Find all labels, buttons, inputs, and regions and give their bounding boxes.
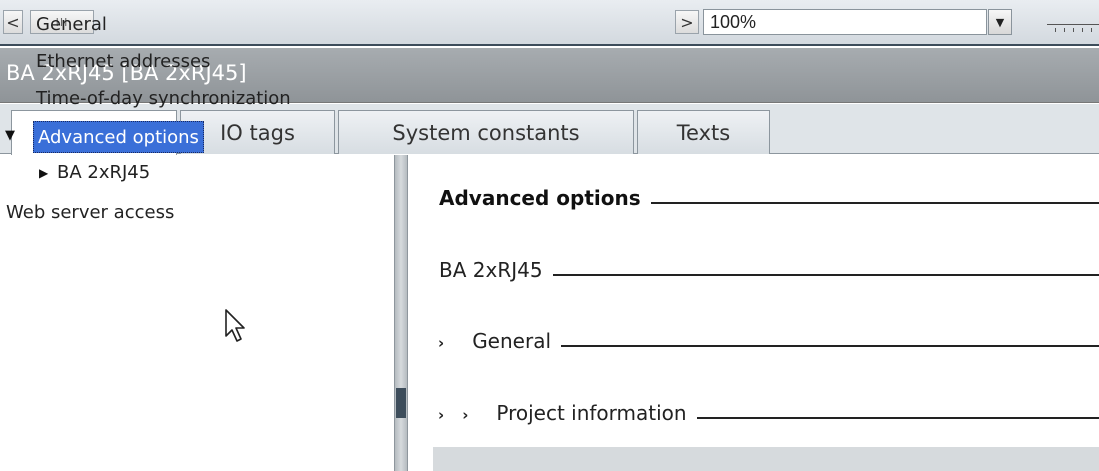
chevron-left-icon: < <box>6 12 20 32</box>
zoom-select[interactable]: 100% <box>703 9 987 35</box>
ruler <box>1047 24 1099 34</box>
nav-item-time-of-day-synchronization[interactable]: Time-of-day synchronization <box>36 88 291 109</box>
group-general-label: General <box>472 329 552 353</box>
nav-item-general[interactable]: General <box>36 14 107 35</box>
mouse-pointer-icon <box>225 309 245 342</box>
scroll-left-button[interactable]: < <box>3 10 23 34</box>
chevron-right-icon[interactable]: › <box>438 406 444 424</box>
section-title: Advanced options <box>439 186 641 210</box>
chevron-down-icon: ▼ <box>995 15 1005 29</box>
nav-item-ethernet-addresses[interactable]: Ethernet addresses <box>36 51 210 72</box>
divider <box>696 417 1099 419</box>
chevron-right-icon[interactable]: › <box>438 334 444 352</box>
subsection-ba-2xrj45: BA 2xRJ45 <box>439 258 1099 282</box>
chevron-right-icon: > <box>680 12 694 32</box>
divider <box>552 274 1099 276</box>
pane-splitter[interactable] <box>394 155 408 471</box>
expand-down-icon[interactable]: ▼ <box>5 128 15 143</box>
content-footer-strip <box>433 447 1099 471</box>
group-project-information[interactable]: › › Project information <box>438 401 1099 425</box>
section-advanced-options: Advanced options <box>439 186 1099 210</box>
divider <box>650 202 1099 204</box>
toolbar: < III > 100% ▼ <box>0 0 1099 46</box>
group-general[interactable]: › General <box>438 329 1099 353</box>
subsection-title: BA 2xRJ45 <box>439 258 543 282</box>
expand-right-icon[interactable]: ▶ <box>39 166 48 180</box>
chevron-right-icon[interactable]: › <box>462 406 468 424</box>
nav-item-web-server-access[interactable]: Web server access <box>6 202 174 223</box>
group-project-information-label: Project information <box>496 401 687 425</box>
tab-texts[interactable]: Texts <box>637 110 770 154</box>
zoom-dropdown-button[interactable]: ▼ <box>988 9 1012 35</box>
divider <box>561 345 1099 347</box>
nav-item-advanced-options[interactable]: Advanced options <box>33 121 204 153</box>
splitter-handle[interactable] <box>396 388 406 418</box>
tab-system-constants[interactable]: System constants <box>338 110 634 154</box>
nav-item-ba-2xrj45[interactable]: BA 2xRJ45 <box>57 162 150 183</box>
scroll-right-button[interactable]: > <box>675 10 699 34</box>
